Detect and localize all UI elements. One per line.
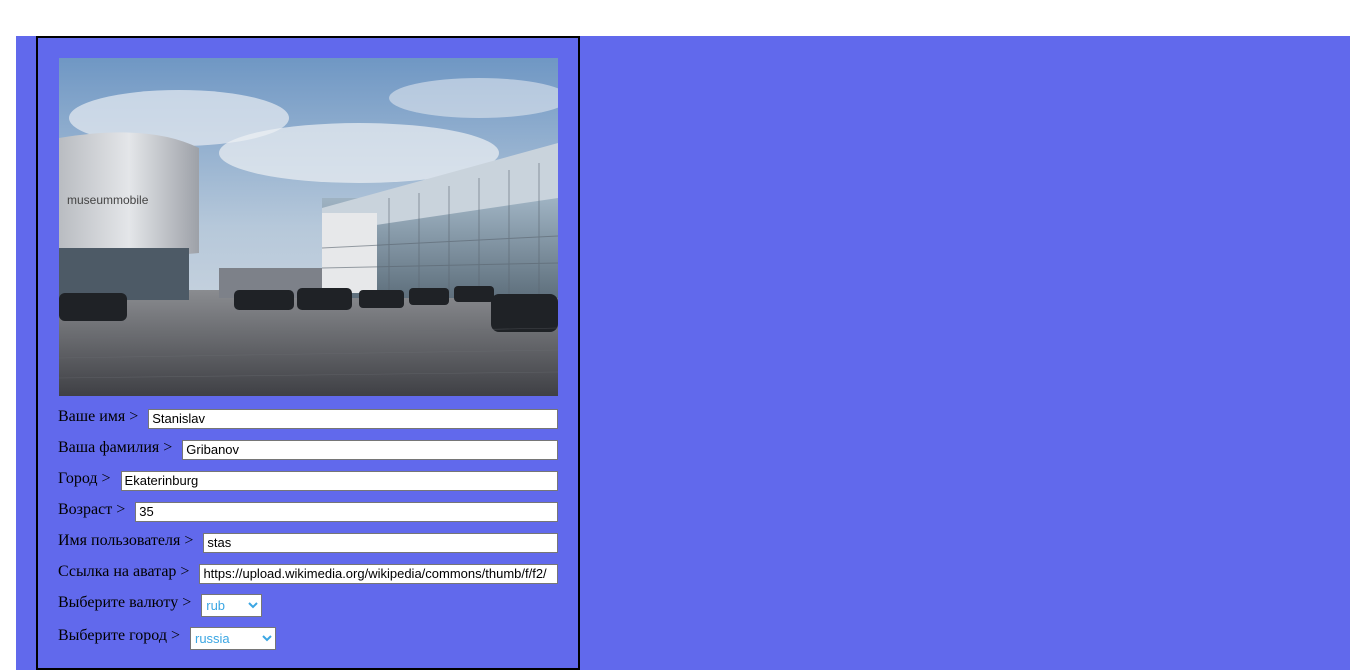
surname-row: Ваша фамилия > <box>58 437 558 460</box>
country-row: Выберите город > russia <box>58 625 558 650</box>
avatar-photo: museummobile <box>59 58 558 396</box>
country-label: Выберите город > <box>58 627 180 644</box>
avatar-label: Ссылка на аватар > <box>58 563 190 580</box>
surname-input[interactable] <box>182 439 558 460</box>
username-input[interactable] <box>203 532 558 553</box>
avatar-url-input[interactable] <box>199 563 558 584</box>
name-label: Ваше имя > <box>58 408 139 425</box>
currency-label: Выберите валюту > <box>58 594 192 611</box>
country-select[interactable]: russia <box>189 626 276 650</box>
city-label: Город > <box>58 470 111 487</box>
city-row: Город > <box>58 468 558 491</box>
age-row: Возраст > <box>58 499 558 522</box>
age-label: Возраст > <box>58 501 126 518</box>
currency-row: Выберите валюту > rub <box>58 592 558 617</box>
username-row: Имя пользователя > <box>58 530 558 553</box>
age-input[interactable] <box>135 501 558 522</box>
main-panel: museummobile Ваше имя > Ваша фамилия > <box>16 36 1350 670</box>
name-row: Ваше имя > <box>58 406 558 429</box>
surname-label: Ваша фамилия > <box>58 439 173 456</box>
username-label: Имя пользователя > <box>58 532 194 549</box>
svg-text:museummobile: museummobile <box>67 193 149 207</box>
avatar-row: Ссылка на аватар > <box>58 561 558 584</box>
profile-card: museummobile Ваше имя > Ваша фамилия > <box>36 36 580 670</box>
currency-select[interactable]: rub <box>201 593 263 617</box>
name-input[interactable] <box>148 408 558 429</box>
city-input[interactable] <box>120 470 558 491</box>
